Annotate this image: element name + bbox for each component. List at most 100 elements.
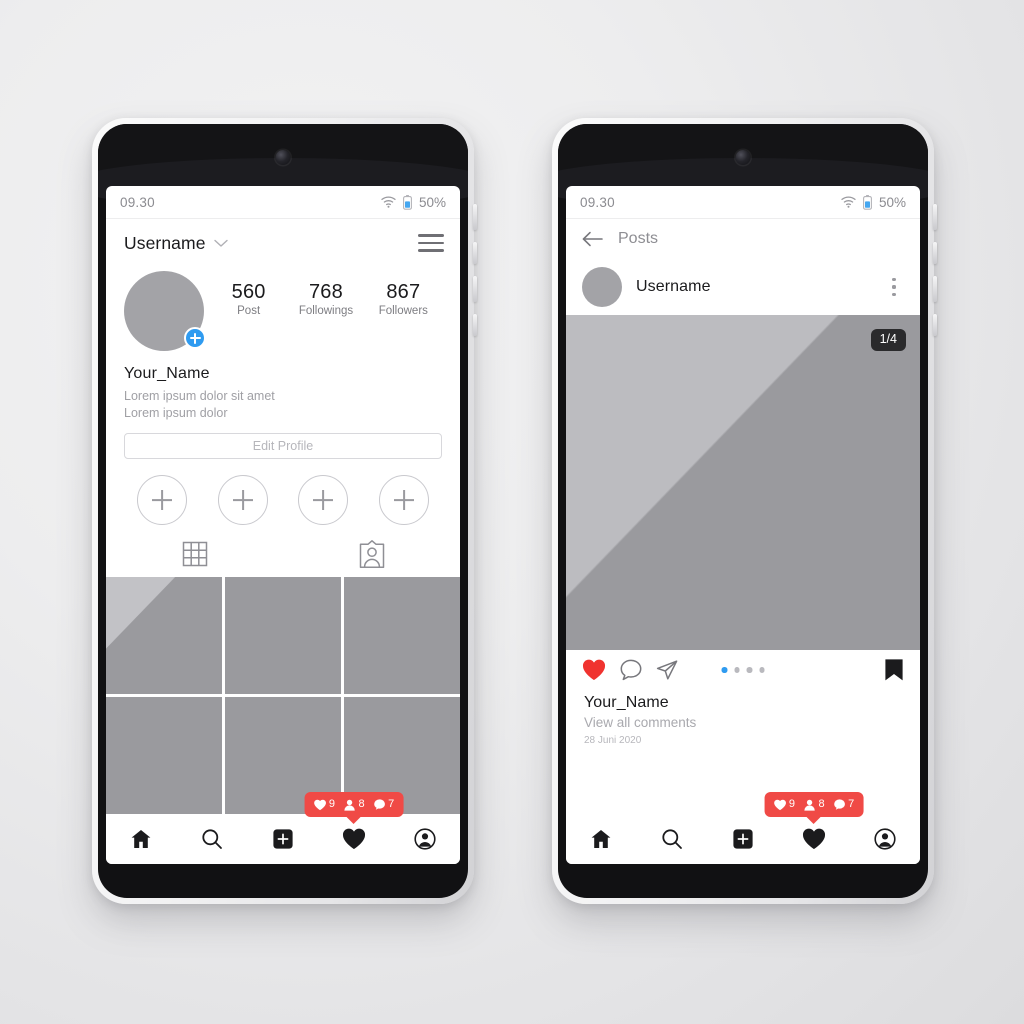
- plus-circle-icon[interactable]: [184, 327, 206, 349]
- side-button[interactable]: [473, 314, 477, 336]
- grid-tile[interactable]: [106, 697, 222, 814]
- side-button[interactable]: [933, 204, 937, 230]
- bookmark-filled-icon[interactable]: [884, 658, 904, 682]
- edit-profile-button[interactable]: Edit Profile: [124, 433, 442, 459]
- profile-bio: Your_Name Lorem ipsum dolor sit amet Lor…: [106, 351, 460, 421]
- comment-bubble-icon[interactable]: [620, 659, 642, 681]
- status-time: 09.30: [580, 194, 615, 210]
- notif-comments: 7: [374, 798, 395, 810]
- side-buttons-left-phone[interactable]: [473, 204, 477, 348]
- stat-followers[interactable]: 867 Followers: [375, 281, 431, 317]
- chevron-down-icon[interactable]: [213, 239, 228, 248]
- tagged-person-icon: [357, 539, 387, 569]
- carousel-dot[interactable]: [734, 667, 740, 673]
- profile-circle-icon: [873, 828, 896, 850]
- notif-count: 9: [328, 798, 335, 810]
- heart-filled-icon: [342, 828, 366, 850]
- side-button[interactable]: [933, 276, 937, 302]
- person-icon: [804, 799, 816, 811]
- heart-filled-icon[interactable]: [582, 659, 606, 681]
- highlight-add-1[interactable]: [137, 475, 188, 525]
- carousel-dot[interactable]: [746, 667, 752, 673]
- stat-posts[interactable]: 560 Post: [221, 281, 277, 317]
- view-all-comments-link[interactable]: View all comments: [584, 715, 902, 730]
- username-switcher[interactable]: Username: [124, 233, 228, 254]
- heart-icon: [773, 799, 786, 811]
- nav-activity[interactable]: 9 8 7: [304, 792, 404, 861]
- nav-add[interactable]: [721, 817, 765, 861]
- kebab-dot: [892, 292, 896, 296]
- person-icon: [344, 799, 356, 811]
- side-button[interactable]: [473, 242, 477, 264]
- status-time: 09.30: [120, 194, 155, 210]
- bio-line-1: Lorem ipsum dolor sit amet: [124, 389, 275, 403]
- side-button[interactable]: [473, 276, 477, 302]
- notification-badge: 9 8 7: [764, 792, 864, 817]
- post-image[interactable]: 1/4: [566, 315, 920, 650]
- notif-count: 7: [388, 798, 395, 810]
- stat-followings[interactable]: 768 Followings: [298, 281, 354, 317]
- profile-screen: 09.30 50% Username 560 Post 768 Followin…: [106, 186, 460, 864]
- highlight-add-2[interactable]: [217, 475, 268, 525]
- hamburger-menu-icon[interactable]: [418, 234, 444, 252]
- avatar[interactable]: [582, 267, 622, 307]
- page-title: Posts: [618, 230, 659, 247]
- profile-summary: 560 Post 768 Followings 867 Followers: [106, 267, 460, 351]
- notif-likes: 9: [773, 799, 795, 811]
- highlight-add-4[interactable]: [378, 475, 429, 525]
- post-caption: Your_Name View all comments 28 Juni 2020: [566, 690, 920, 746]
- battery-icon: [403, 194, 412, 210]
- search-icon: [201, 828, 223, 850]
- kebab-dot: [892, 278, 896, 282]
- nav-profile[interactable]: [863, 817, 907, 861]
- carousel-dot[interactable]: [759, 667, 765, 673]
- nav-add[interactable]: [261, 817, 305, 861]
- grid-tab[interactable]: [106, 539, 283, 569]
- grid-tile[interactable]: [106, 577, 222, 694]
- tagged-tab[interactable]: [283, 539, 460, 569]
- profile-top-bar: Username: [106, 219, 460, 267]
- highlight-add-3[interactable]: [298, 475, 349, 525]
- send-arrow-icon[interactable]: [656, 659, 678, 681]
- phone-bezel: 09.30: [558, 124, 928, 898]
- side-button[interactable]: [933, 242, 937, 264]
- home-icon: [590, 828, 612, 850]
- profile-circle-icon: [413, 828, 436, 850]
- phone-mockup-right: 09.30 50% Posts Username 1/4 Your_Name V…: [552, 118, 937, 904]
- kebab-menu-icon[interactable]: [884, 278, 904, 296]
- carousel-counter: 1/4: [870, 329, 906, 351]
- side-buttons-right-phone[interactable]: [933, 204, 937, 348]
- bottom-navigation: 9 8 7: [566, 792, 920, 864]
- side-button[interactable]: [473, 204, 477, 230]
- post-username[interactable]: Username: [636, 278, 870, 296]
- carousel-dots: [721, 667, 765, 673]
- plus-square-icon: [272, 828, 294, 850]
- status-bar: 09.30 50%: [106, 186, 460, 219]
- side-button[interactable]: [933, 314, 937, 336]
- profile-stats: 560 Post 768 Followings 867 Followers: [204, 271, 442, 317]
- grid-tile[interactable]: [225, 577, 341, 694]
- arrow-left-icon[interactable]: [582, 231, 604, 247]
- hamburger-line: [418, 241, 444, 245]
- bottom-navigation: 9 8 7: [106, 792, 460, 864]
- nav-activity[interactable]: 9 8 7: [764, 792, 864, 861]
- nav-home[interactable]: [579, 817, 623, 861]
- stat-label: Followers: [378, 305, 428, 318]
- nav-search[interactable]: [190, 817, 234, 861]
- nav-home[interactable]: [119, 817, 163, 861]
- phone-bezel: 09.30: [98, 124, 468, 898]
- caption-username[interactable]: Your_Name: [584, 694, 902, 712]
- post-action-bar: [566, 650, 920, 690]
- nav-profile[interactable]: [403, 817, 447, 861]
- notif-count: 8: [818, 798, 825, 810]
- nav-search[interactable]: [650, 817, 694, 861]
- avatar[interactable]: [124, 271, 206, 351]
- notif-followers: 8: [804, 799, 825, 811]
- notif-count: 8: [358, 798, 365, 810]
- carousel-dot[interactable]: [721, 667, 727, 673]
- grid-tile[interactable]: [344, 577, 460, 694]
- notif-comments: 7: [834, 799, 854, 810]
- heart-icon: [313, 799, 326, 811]
- battery-percentage: 50%: [878, 194, 906, 210]
